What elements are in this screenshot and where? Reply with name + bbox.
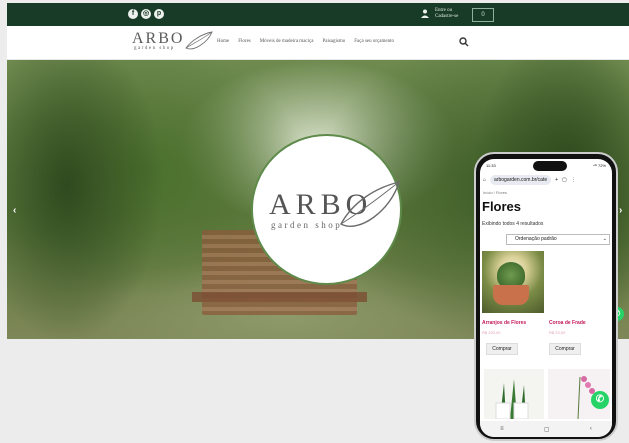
result-count: Exibindo todos 4 resultados (482, 221, 544, 227)
menu-item-paisagismo[interactable]: Paisagismo (322, 39, 345, 44)
phone-screen: 11:33 ⁴ᴳ 72% ⌂ arbogarden.com.br/cate + … (480, 159, 612, 437)
site-logo[interactable]: ARBO garden shop (132, 30, 213, 56)
phone-notch (533, 161, 567, 171)
chevron-down-icon: ⌄ (602, 236, 607, 242)
social-links: f ◎ p (128, 9, 164, 19)
instagram-icon[interactable]: ◎ (141, 9, 151, 19)
hero-logo-badge: ARBO garden shop (251, 134, 402, 285)
main-menu: Home Flores Móveis de madeira maciça Pai… (217, 39, 394, 44)
product-name[interactable]: Arranjos de Flores (482, 320, 526, 326)
more-menu-icon[interactable]: ⋮ (571, 177, 576, 183)
pinterest-icon[interactable]: p (154, 9, 164, 19)
cart-button[interactable]: 0 (472, 8, 494, 22)
url-field[interactable]: arbogarden.com.br/cate (490, 175, 552, 185)
phone-nav-bar: ≡ ▢ ‹ (480, 421, 612, 437)
leaf-icon (185, 31, 213, 50)
product-image-coroa[interactable] (548, 251, 610, 313)
nav-bar: ARBO garden shop Home Flores Móveis de m… (7, 26, 629, 60)
menu-item-home[interactable]: Home (217, 39, 229, 44)
product-name[interactable]: Coroa de Frade (549, 320, 586, 326)
hedge-left (7, 60, 207, 339)
menu-item-orcamento[interactable]: Faça seu orçamento (354, 39, 394, 44)
search-icon[interactable] (459, 37, 469, 47)
product-price: R$ 23,00 (549, 330, 566, 335)
new-tab-icon[interactable]: + (555, 177, 558, 183)
pot-shape (493, 285, 529, 305)
home-square-icon[interactable]: ▢ (544, 426, 550, 433)
menu-item-moveis[interactable]: Móveis de madeira maciça (260, 39, 314, 44)
facebook-icon[interactable]: f (128, 9, 138, 19)
menu-item-flores[interactable]: Flores (238, 39, 251, 44)
browser-url-bar: ⌂ arbogarden.com.br/cate + ▢ ⋮ (480, 173, 612, 187)
ordering-value: Ordenação padrão (515, 236, 557, 242)
status-signal: ⁴ᴳ 72% (593, 163, 606, 168)
login-line2: Cadastre-se (435, 14, 459, 19)
buy-button[interactable]: Comprar (486, 343, 518, 355)
buy-button[interactable]: Comprar (549, 343, 581, 355)
top-bar: f ◎ p Entre ou Cadastre-se 0 (7, 3, 629, 26)
user-icon[interactable] (421, 9, 429, 20)
hero-logo-subtitle: garden shop (271, 220, 343, 230)
breadcrumb[interactable]: Início / Flores (483, 190, 507, 195)
home-icon[interactable]: ⌂ (483, 177, 486, 183)
back-icon[interactable]: ‹ (590, 426, 592, 432)
ordering-select[interactable]: Ordenação padrão ⌄ (506, 234, 610, 245)
logo-subtitle: garden shop (134, 46, 175, 51)
prev-slide-arrow[interactable]: ‹ (13, 205, 16, 216)
tabs-icon[interactable]: ▢ (562, 177, 567, 183)
page: f ◎ p Entre ou Cadastre-se 0 ARBO garden… (0, 0, 629, 443)
whatsapp-icon[interactable]: ✆ (591, 391, 609, 409)
login-link[interactable]: Entre ou Cadastre-se (435, 8, 465, 20)
product-image-3[interactable] (484, 369, 544, 420)
swing-seat (192, 292, 367, 302)
leaf-icon (340, 181, 401, 227)
product-price: R$ 220,00 (482, 330, 501, 335)
status-time: 11:33 (486, 163, 496, 168)
next-slide-arrow[interactable]: › (619, 205, 622, 216)
page-title: Flores (482, 199, 522, 214)
menu-icon[interactable]: ≡ (500, 426, 504, 432)
